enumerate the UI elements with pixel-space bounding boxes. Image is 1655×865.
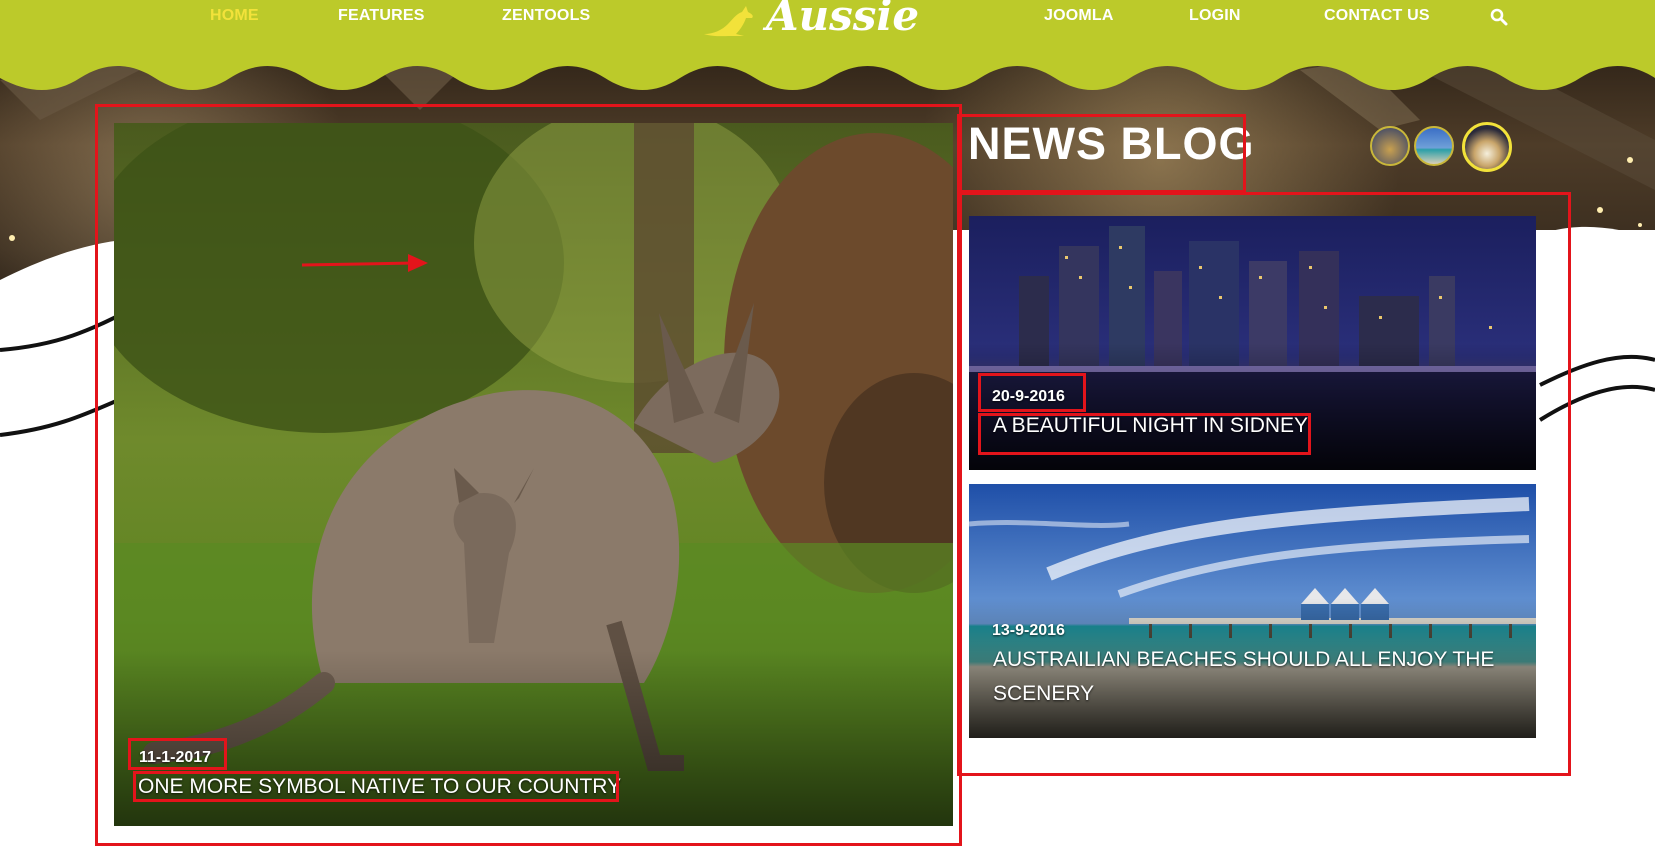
site-logo[interactable]: Aussie xyxy=(700,0,919,38)
kangaroo-icon xyxy=(704,6,753,37)
featured-photo-kangaroo xyxy=(114,123,953,826)
nav-joomla[interactable]: JOOMLA xyxy=(1044,7,1114,25)
featured-title[interactable]: ONE MORE SYMBOL NATIVE TO OUR COUNTRY xyxy=(138,775,621,799)
site-header: HOME FEATURES ZENTOOLS JOOMLA LOGIN CONT… xyxy=(0,0,1655,100)
blog-post-1-date: 20-9-2016 xyxy=(992,388,1065,405)
logo-text: Aussie xyxy=(766,0,920,40)
blog-post-2-date: 13-9-2016 xyxy=(992,622,1065,639)
blog-card-night-sydney[interactable]: 20-9-2016 A BEAUTIFUL NIGHT IN SIDNEY xyxy=(969,216,1536,470)
nav-features[interactable]: FEATURES xyxy=(338,7,425,25)
blog-card-beaches[interactable]: 13-9-2016 AUSTRAILIAN BEACHES SHOULD ALL… xyxy=(969,484,1536,738)
featured-date: 11-1-2017 xyxy=(139,749,212,766)
thumbnail-1[interactable] xyxy=(1370,126,1410,166)
thumbnail-3-active[interactable] xyxy=(1462,122,1512,172)
blog-thumbnail-switcher xyxy=(1370,122,1520,174)
blog-post-2-title-line1[interactable]: AUSTRAILIAN BEACHES SHOULD ALL ENJOY THE xyxy=(993,648,1494,672)
nav-contact-us[interactable]: CONTACT US xyxy=(1324,7,1430,25)
news-blog-heading: NEWS BLOG xyxy=(968,118,1255,169)
search-icon[interactable] xyxy=(1490,8,1508,26)
featured-article[interactable]: 11-1-2017 ONE MORE SYMBOL NATIVE TO OUR … xyxy=(114,123,953,826)
nav-home[interactable]: HOME xyxy=(210,7,259,25)
blog-post-2-title-line2[interactable]: SCENERY xyxy=(993,682,1094,706)
page: HOME FEATURES ZENTOOLS JOOMLA LOGIN CONT… xyxy=(0,0,1655,865)
nav-zentools[interactable]: ZENTOOLS xyxy=(502,7,590,25)
blog-post-1-title[interactable]: A BEAUTIFUL NIGHT IN SIDNEY xyxy=(993,414,1308,438)
thumbnail-2[interactable] xyxy=(1414,126,1454,166)
nav-login[interactable]: LOGIN xyxy=(1189,7,1241,25)
